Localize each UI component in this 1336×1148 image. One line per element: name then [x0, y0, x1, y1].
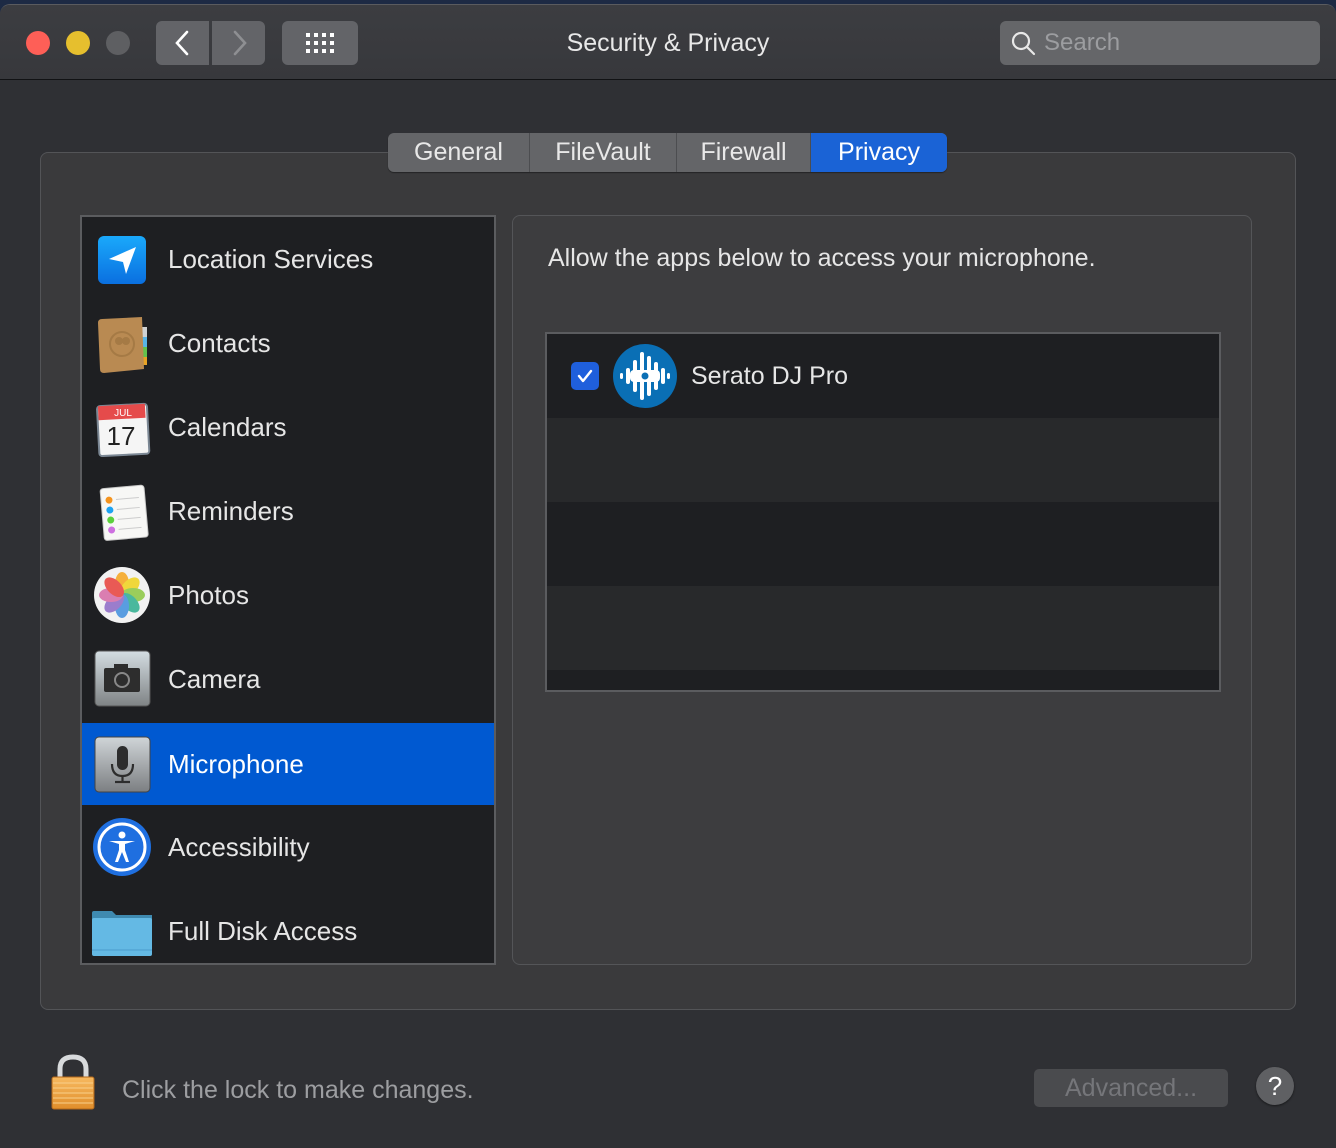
empty-row — [547, 502, 1219, 586]
microphone-icon — [92, 734, 152, 794]
folder-icon — [92, 901, 152, 961]
tab-bar: General FileVault Firewall Privacy — [388, 133, 947, 172]
sidebar-item-label: Camera — [168, 663, 261, 694]
sidebar-item-label: Full Disk Access — [168, 915, 358, 946]
sidebar-item-label: Reminders — [168, 495, 294, 526]
contacts-book-icon — [92, 313, 152, 373]
app-row-serato-dj-pro[interactable]: Serato DJ Pro — [547, 334, 1219, 418]
checkmark-icon — [577, 369, 593, 383]
sidebar-item-label: Contacts — [168, 327, 271, 358]
sidebar-item-label: Microphone — [168, 748, 304, 779]
lock-button[interactable] — [48, 1053, 98, 1113]
camera-icon — [92, 649, 152, 709]
empty-row — [547, 586, 1219, 670]
sidebar-item-location-services[interactable]: Location Services — [82, 217, 494, 301]
location-arrow-icon — [92, 229, 152, 289]
sidebar-item-contacts[interactable]: Contacts — [82, 301, 494, 385]
title-bar: Security & Privacy — [0, 5, 1336, 80]
sidebar-item-full-disk-access[interactable]: Full Disk Access — [82, 889, 494, 973]
sidebar-item-camera[interactable]: Camera — [82, 637, 494, 721]
tab-general[interactable]: General — [388, 133, 530, 172]
tab-filevault[interactable]: FileVault — [530, 133, 677, 172]
search-field[interactable] — [1000, 21, 1320, 65]
app-list: Serato DJ Pro — [545, 332, 1221, 692]
empty-row — [547, 418, 1219, 502]
sidebar-item-microphone[interactable]: Microphone — [82, 723, 494, 805]
sidebar-item-calendars[interactable]: JUL 17 Calendars — [82, 385, 494, 469]
help-button[interactable]: ? — [1256, 1067, 1294, 1105]
tab-privacy[interactable]: Privacy — [811, 133, 947, 172]
svg-text:JUL: JUL — [114, 408, 132, 419]
sidebar-item-label: Location Services — [168, 243, 374, 274]
reminders-list-icon — [92, 481, 152, 541]
tab-firewall[interactable]: Firewall — [677, 133, 811, 172]
svg-text:17: 17 — [107, 421, 136, 451]
padlock-icon — [51, 1054, 95, 1110]
search-icon — [1011, 31, 1036, 56]
sidebar-item-accessibility[interactable]: Accessibility — [82, 805, 494, 889]
photos-flower-icon — [92, 565, 152, 625]
app-name: Serato DJ Pro — [691, 361, 849, 390]
sidebar-item-label: Calendars — [168, 411, 287, 442]
panel-description: Allow the apps below to access your micr… — [548, 244, 1096, 272]
lock-hint-text: Click the lock to make changes. — [122, 1076, 474, 1104]
serato-waveform-icon — [613, 344, 677, 408]
privacy-category-list: Location Services Contacts JUL 17 Calenda… — [80, 215, 496, 965]
advanced-button[interactable]: Advanced... — [1034, 1069, 1228, 1107]
search-input[interactable] — [1044, 29, 1304, 57]
sidebar-item-label: Photos — [168, 579, 249, 610]
sidebar-item-reminders[interactable]: Reminders — [82, 469, 494, 553]
calendar-icon: JUL 17 — [92, 397, 152, 458]
accessibility-person-icon — [92, 817, 152, 877]
sidebar-item-label: Accessibility — [168, 831, 310, 862]
app-permission-checkbox[interactable] — [571, 362, 599, 390]
microphone-permission-panel: Allow the apps below to access your micr… — [512, 215, 1252, 965]
sidebar-item-photos[interactable]: Photos — [82, 553, 494, 637]
security-privacy-window: Security & Privacy General FileVault Fir… — [0, 4, 1336, 1148]
